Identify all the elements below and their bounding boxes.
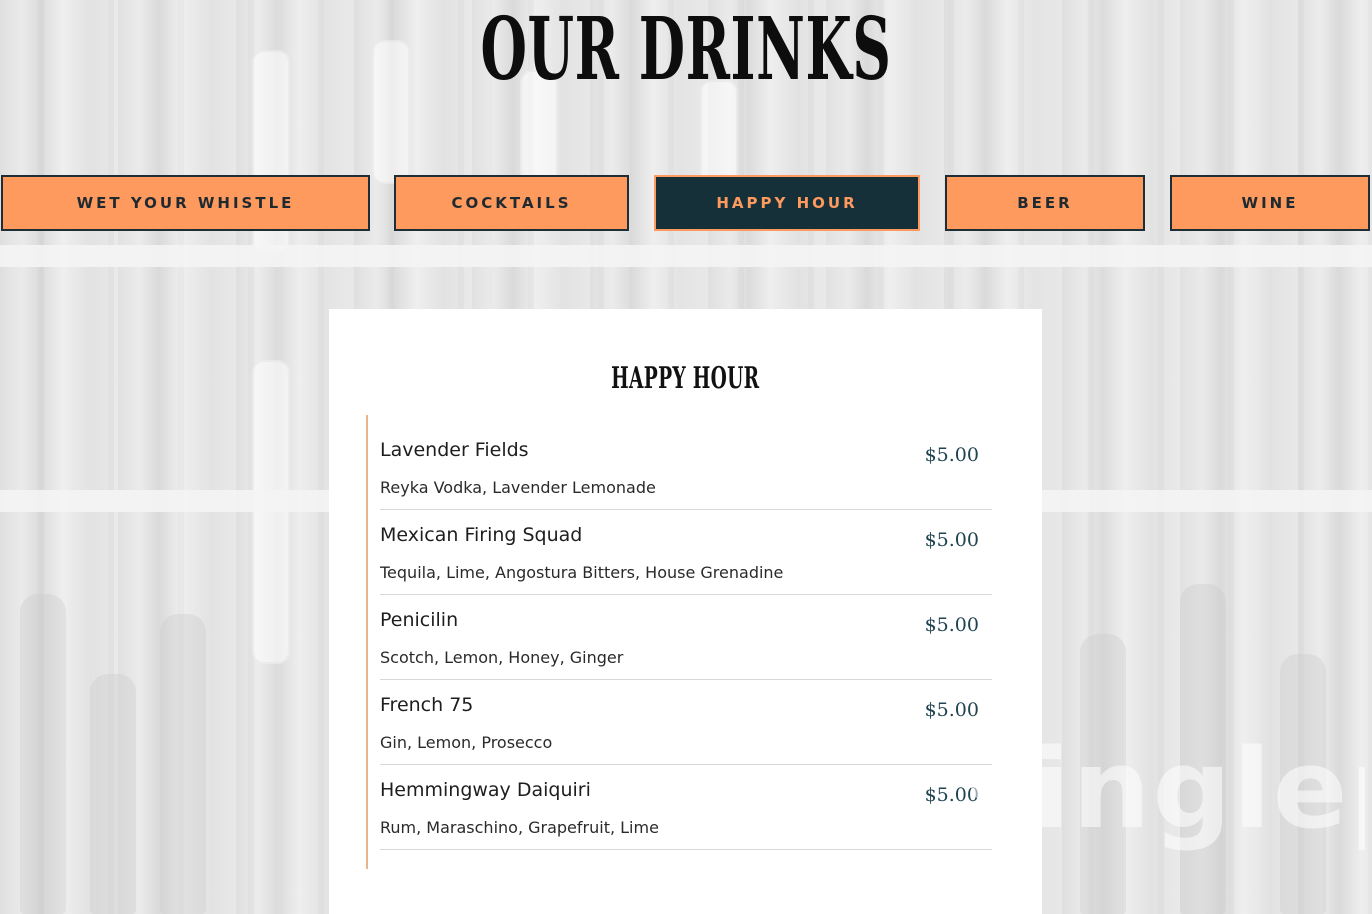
menu-item-name: Penicilin	[380, 609, 459, 631]
menu-item: Penicilin Scotch, Lemon, Honey, Ginger $…	[380, 595, 992, 680]
menu-item: Hemmingway Daiquiri Rum, Maraschino, Gra…	[380, 765, 992, 850]
watermark-logo: singleplatform	[965, 725, 1365, 853]
menu-item-name: Lavender Fields	[380, 439, 529, 461]
tab-beer[interactable]: BEER	[945, 175, 1145, 231]
menu-item-description: Gin, Lemon, Prosecco	[380, 733, 553, 752]
menu-items-list: Lavender Fields Reyka Vodka, Lavender Le…	[380, 425, 992, 850]
menu-item-price: $5.00	[924, 614, 979, 636]
menu-item-name: French 75	[380, 694, 474, 716]
menu-item-description: Scotch, Lemon, Honey, Ginger	[380, 648, 624, 667]
menu-item-description: Reyka Vodka, Lavender Lemonade	[380, 478, 656, 497]
menu-card: HAPPY HOUR Lavender Fields Reyka Vodka, …	[329, 309, 1042, 914]
menu-section-title: HAPPY HOUR	[611, 361, 760, 396]
page-title: OUR DRINKS	[480, 0, 892, 100]
menu-item: Mexican Firing Squad Tequila, Lime, Ango…	[380, 510, 992, 595]
menu-item-price: $5.00	[924, 529, 979, 551]
menu-item-price: $5.00	[924, 444, 979, 466]
tab-wine[interactable]: WINE	[1170, 175, 1370, 231]
tab-wet-your-whistle[interactable]: WET YOUR WHISTLE	[1, 175, 370, 231]
menu-item-description: Rum, Maraschino, Grapefruit, Lime	[380, 818, 659, 837]
menu-item-name: Hemmingway Daiquiri	[380, 779, 591, 801]
menu-item: Lavender Fields Reyka Vodka, Lavender Le…	[380, 425, 992, 510]
menu-item-description: Tequila, Lime, Angostura Bitters, House …	[380, 563, 784, 582]
menu-item-price: $5.00	[924, 699, 979, 721]
menu-item-name: Mexican Firing Squad	[380, 524, 583, 546]
tab-cocktails[interactable]: COCKTAILS	[394, 175, 629, 231]
tab-happy-hour[interactable]: HAPPY HOUR	[654, 175, 920, 231]
menu-item: French 75 Gin, Lemon, Prosecco $5.00	[380, 680, 992, 765]
accent-divider	[366, 415, 368, 869]
